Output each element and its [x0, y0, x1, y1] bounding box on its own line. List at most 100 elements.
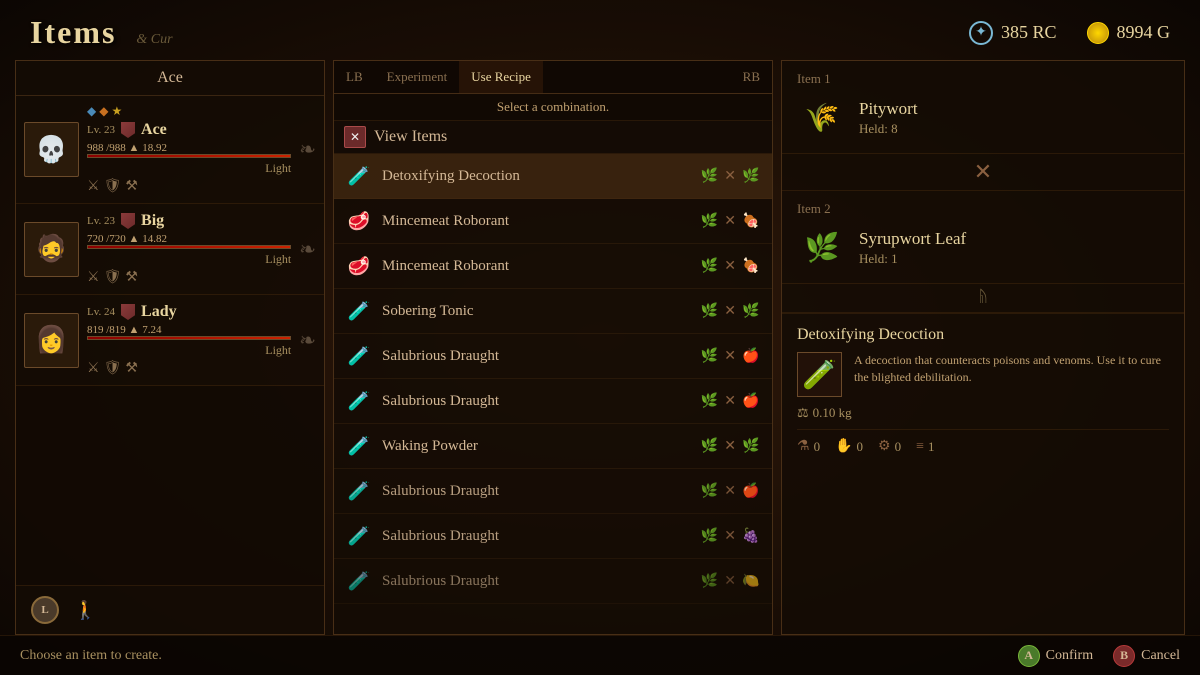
item2-name: Syrupwort Leaf [859, 229, 1169, 249]
recipe-item-salubrious-3[interactable]: 🧪 Salubrious Draught 🌿 ✕ 🍎 [334, 469, 772, 514]
big-name: Big [141, 212, 164, 230]
party-member-lady[interactable]: 👩 Lv. 24 Lady 819 /819 ▲ 7.24 [16, 295, 324, 386]
title-deco: & Cur [136, 32, 172, 48]
confirm-action[interactable]: A Confirm [1018, 645, 1093, 667]
item1-name: Pitywort [859, 99, 1169, 119]
l-button[interactable]: L [31, 596, 59, 624]
recipe-materials-salubrious-5: 🌿 ✕ 🍋 [698, 570, 762, 592]
member-info-ace: ◆ ◆ ★ Lv. 23 Ace 988 /988 ▲ 18.92 [87, 104, 291, 195]
result-area: Detoxifying Decoction 🧪 A decoction that… [782, 313, 1184, 634]
recipe-item-sobering[interactable]: 🧪 Sobering Tonic 🌿 ✕ 🌿 [334, 289, 772, 334]
mat2-mincemeat-2: 🍖 [740, 255, 762, 277]
tab-use-recipe[interactable]: Use Recipe [459, 61, 543, 93]
gold-value: 8994 G [1117, 22, 1171, 43]
tool-icon-lady: ⚒ [125, 360, 138, 377]
cross-mincemeat-1: ✕ [724, 213, 736, 230]
cancel-label: Cancel [1141, 648, 1180, 664]
stat-icon-2: ✋ [835, 438, 852, 455]
party-member-big[interactable]: 🧔 Lv. 23 Big 720 /720 ▲ 14.82 [16, 204, 324, 295]
status-icon-1: ◆ [87, 104, 96, 119]
x-button[interactable]: ✕ [344, 126, 366, 148]
recipe-name-sobering: Sobering Tonic [382, 303, 690, 320]
recipe-icon-mincemeat-2: 🥩 [344, 251, 374, 281]
item2-slot: Item 2 🌿 Syrupwort Leaf Held: 1 [782, 191, 1184, 284]
party-panel: Ace 💀 ◆ ◆ ★ Lv. 23 Ace [15, 60, 325, 635]
recipe-icon-salubrious-4: 🧪 [344, 521, 374, 551]
mat1-salubrious-4: 🌿 [698, 525, 720, 547]
gold-icon [1087, 22, 1109, 44]
shield-icon-lady [121, 304, 135, 320]
currency-area: 385 RC 8994 G [969, 21, 1170, 45]
mat2-salubrious-5: 🍋 [740, 570, 762, 592]
recipe-item-waking[interactable]: 🧪 Waking Powder 🌿 ✕ 🌿 [334, 424, 772, 469]
stat-1: ⚗ 0 [797, 438, 820, 455]
tab-lb[interactable]: LB [334, 61, 375, 93]
recipe-item-salubrious-5[interactable]: 🧪 Salubrious Draught 🌿 ✕ 🍋 [334, 559, 772, 604]
tab-rb[interactable]: RB [731, 61, 772, 93]
recipe-icon-salubrious-3: 🧪 [344, 476, 374, 506]
result-content: 🧪 A decoction that counteracts poisons a… [797, 352, 1169, 397]
recipe-name-waking: Waking Powder [382, 438, 690, 455]
view-items-bar[interactable]: ✕ View Items [334, 121, 772, 154]
cross-salubrious-4: ✕ [724, 528, 736, 545]
cross-mincemeat-2: ✕ [724, 258, 736, 275]
recipe-item-mincemeat-1[interactable]: 🥩 Mincemeat Roborant 🌿 ✕ 🍖 [334, 199, 772, 244]
mat1-salubrious-2: 🌿 [698, 390, 720, 412]
stat-val-4: 1 [928, 439, 935, 455]
recipe-item-salubrious-2[interactable]: 🧪 Salubrious Draught 🌿 ✕ 🍎 [334, 379, 772, 424]
big-style: Light [265, 252, 291, 267]
recipe-item-mincemeat-2[interactable]: 🥩 Mincemeat Roborant 🌿 ✕ 🍖 [334, 244, 772, 289]
tab-experiment[interactable]: Experiment [375, 61, 460, 93]
party-member-ace[interactable]: 💀 ◆ ◆ ★ Lv. 23 Ace 988 /98 [16, 96, 324, 204]
recipe-item-detoxifying[interactable]: 🧪 Detoxifying Decoction 🌿 ✕ 🌿 [334, 154, 772, 199]
recipe-item-salubrious-4[interactable]: 🧪 Salubrious Draught 🌿 ✕ 🍇 [334, 514, 772, 559]
item1-sprite: 🌾 [797, 93, 847, 143]
gold-currency: 8994 G [1087, 22, 1171, 44]
recipe-icon-salubrious-2: 🧪 [344, 386, 374, 416]
recipe-name-mincemeat-1: Mincemeat Roborant [382, 213, 690, 230]
recipe-name-salubrious-1: Salubrious Draught [382, 348, 690, 365]
mat1-sobering: 🌿 [698, 300, 720, 322]
rc-value: 385 RC [1001, 22, 1057, 43]
lady-name: Lady [141, 303, 177, 321]
lady-level: Lv. 24 [87, 306, 115, 318]
recipe-tabs: LB Experiment Use Recipe RB [334, 61, 772, 94]
recipe-name-detoxifying: Detoxifying Decoction [382, 168, 690, 185]
bottom-hint: Choose an item to create. [20, 648, 162, 664]
avatar-lady: 👩 [24, 313, 79, 368]
recipe-icon-salubrious-1: 🧪 [344, 341, 374, 371]
shield-icon-big [121, 213, 135, 229]
stat-3: ⚙ 0 [878, 438, 901, 455]
member-info-lady: Lv. 24 Lady 819 /819 ▲ 7.24 Light [87, 303, 291, 377]
item2-label: Item 2 [797, 201, 1169, 217]
recipe-materials-salubrious-4: 🌿 ✕ 🍇 [698, 525, 762, 547]
recipe-icon-detoxifying: 🧪 [344, 161, 374, 191]
cross-salubrious-2: ✕ [724, 393, 736, 410]
stat-val-2: 0 [857, 439, 864, 455]
mat2-salubrious-1: 🍎 [740, 345, 762, 367]
lady-hp: 819 /819 ▲ 7.24 [87, 324, 161, 336]
detail-panel: Item 1 🌾 Pitywort Held: 8 ✕ Item 2 🌿 [781, 60, 1185, 635]
main-content: Ace 💀 ◆ ◆ ★ Lv. 23 Ace [0, 60, 1200, 635]
ace-style: Light [265, 161, 291, 176]
stat-icon-1: ⚗ [797, 438, 810, 455]
a-button[interactable]: A [1018, 645, 1040, 667]
select-combo-bar: Select a combination. [334, 94, 772, 121]
item1-slot: Item 1 🌾 Pitywort Held: 8 [782, 61, 1184, 154]
recipe-panel: LB Experiment Use Recipe RB Select a com… [333, 60, 773, 635]
recipe-materials-mincemeat-1: 🌿 ✕ 🍖 [698, 210, 762, 232]
recipe-icon-mincemeat-1: 🥩 [344, 206, 374, 236]
item1-info: Pitywort Held: 8 [859, 99, 1169, 137]
recipe-item-salubrious-1[interactable]: 🧪 Salubrious Draught 🌿 ✕ 🍎 [334, 334, 772, 379]
mat2-detoxifying: 🌿 [740, 165, 762, 187]
avatar-big: 🧔 [24, 222, 79, 277]
mat1-mincemeat-1: 🌿 [698, 210, 720, 232]
b-button[interactable]: B [1113, 645, 1135, 667]
recipe-list: 🧪 Detoxifying Decoction 🌿 ✕ 🌿 🥩 Mincemea… [334, 154, 772, 634]
recipe-materials-salubrious-2: 🌿 ✕ 🍎 [698, 390, 762, 412]
item1-held: Held: 8 [859, 121, 1169, 137]
big-level: Lv. 23 [87, 215, 115, 227]
mat1-waking: 🌿 [698, 435, 720, 457]
cancel-action[interactable]: B Cancel [1113, 645, 1180, 667]
cross-salubrious-3: ✕ [724, 483, 736, 500]
